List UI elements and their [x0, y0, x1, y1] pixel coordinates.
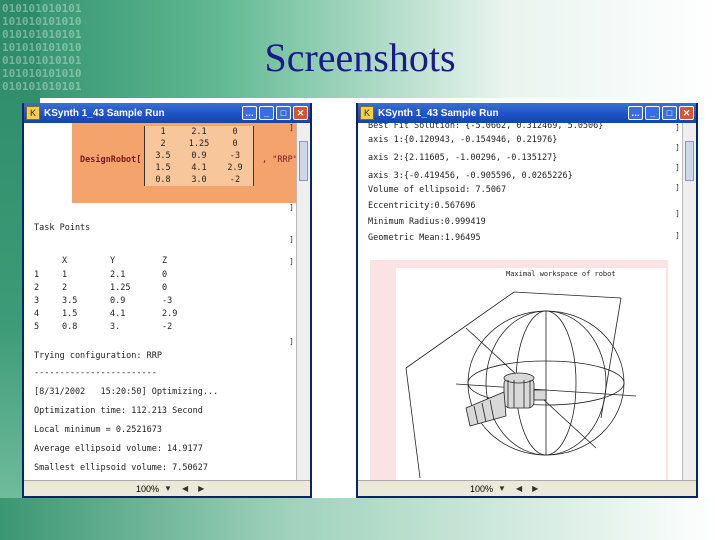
- local-minimum: Local minimum = 0.2521673: [34, 425, 162, 435]
- design-robot-label: DesignRobot[: [80, 155, 142, 165]
- notebook-content[interactable]: DesignRobot[ 1 2.1 0 2 1.25 0 3.5 0.9 -3: [24, 123, 296, 480]
- cell-bracket[interactable]: ]: [675, 183, 680, 192]
- cell-bracket[interactable]: ]: [289, 203, 294, 212]
- output-line: Eccentricity:0.567696: [368, 201, 476, 211]
- cell-bracket[interactable]: ]: [289, 337, 294, 346]
- optimization-time: Optimization time: 112.213 Second: [34, 406, 203, 416]
- trying-configuration: Trying configuration: RRP: [34, 351, 162, 361]
- right-titlebar[interactable]: K KSynth 1_43 Sample Run … _ □ ✕: [358, 103, 696, 123]
- maximize-button[interactable]: □: [276, 106, 291, 120]
- arrow-right-icon[interactable]: ▶: [198, 484, 204, 493]
- robot-model: [465, 372, 547, 427]
- window-title: KSynth 1_43 Sample Run: [378, 107, 499, 119]
- matrix-row: 1.5 4.1 2.9: [155, 163, 243, 173]
- plot-caption: Maximal workspace of robot: [506, 270, 616, 278]
- cell-bracket[interactable]: ]: [289, 123, 294, 132]
- workspace-3d-graphic: [405, 291, 637, 479]
- cell-bracket[interactable]: ]: [289, 257, 294, 266]
- cell-bracket[interactable]: ]: [675, 123, 680, 132]
- task-point-row: 5 0.8 3. -2: [34, 322, 173, 332]
- vertical-scrollbar[interactable]: [296, 123, 310, 480]
- log-start: [8/31/2002 15:20:50] Optimizing...: [34, 387, 219, 397]
- notebook-content[interactable]: Best Fit Solution: {-5.0662, 0.312469, 5…: [358, 123, 682, 480]
- app-icon: K: [26, 106, 40, 120]
- separator-line: ------------------------: [34, 368, 157, 378]
- cell-bracket[interactable]: ]: [675, 163, 680, 172]
- cell-bracket[interactable]: ]: [675, 209, 680, 218]
- bottom-band: [0, 498, 720, 540]
- matrix-row: 0.8 3.0 -2: [155, 175, 241, 185]
- task-point-row: 3 3.5 0.9 -3: [34, 296, 173, 306]
- right-window[interactable]: K KSynth 1_43 Sample Run … _ □ ✕ Best Fi…: [356, 103, 698, 498]
- average-volume: Average ellipsoid volume: 14.9177: [34, 444, 203, 454]
- task-point-row: 4 1.5 4.1 2.9: [34, 309, 178, 319]
- bounding-box-top: [405, 291, 622, 369]
- output-line: axis 1:{0.120943, -0.154946, 0.21976}: [368, 135, 558, 145]
- arrow-left-icon[interactable]: ◀: [516, 484, 522, 493]
- output-line: Best Fit Solution: {-5.0662, 0.312469, 5…: [368, 123, 604, 131]
- app-icon: K: [360, 106, 374, 120]
- arrow-right-icon[interactable]: ▶: [532, 484, 538, 493]
- output-line: axis 3:{-0.419456, -0.905596, 0.0265226}: [368, 171, 573, 181]
- matrix-row: 1 2.1 0: [160, 127, 238, 137]
- task-point-row: 1 1 2.1 0: [34, 270, 168, 280]
- zoom-level[interactable]: 100%: [470, 484, 493, 494]
- close-button[interactable]: ✕: [293, 106, 308, 120]
- task-point-row: 2 2 1.25 0: [34, 283, 168, 293]
- task-points-header: X Y Z: [62, 256, 168, 266]
- cell-bracket[interactable]: ]: [675, 143, 680, 152]
- task-points-title: Task Points: [34, 223, 91, 233]
- matrix-row: 2 1.25 0: [160, 139, 238, 149]
- output-line: axis 2:{2.11605, -1.00296, -0.135127}: [368, 153, 558, 163]
- matrix-row: 3.5 0.9 -3: [155, 151, 241, 161]
- output-line: Minimum Radius:0.999419: [368, 217, 486, 227]
- left-window[interactable]: K KSynth 1_43 Sample Run … _ □ ✕ DesignR…: [22, 103, 312, 498]
- status-bar: 100% ▼ ◀ ▶: [358, 480, 696, 496]
- bounding-box-right: [600, 297, 622, 419]
- maximize-button[interactable]: □: [662, 106, 677, 120]
- output-line: Geometric Mean:1.96495: [368, 233, 481, 243]
- arrow-down-icon[interactable]: ▼: [498, 484, 506, 493]
- window-title: KSynth 1_43 Sample Run: [44, 107, 165, 119]
- zoom-level[interactable]: 100%: [136, 484, 159, 494]
- design-robot-cell: DesignRobot[ 1 2.1 0 2 1.25 0 3.5 0.9 -3: [72, 123, 296, 203]
- cell-bracket[interactable]: ]: [675, 231, 680, 240]
- smallest-volume: Smallest ellipsoid volume: 7.50627: [34, 463, 208, 473]
- slide-title: Screenshots: [264, 35, 456, 80]
- vertical-scrollbar[interactable]: [682, 123, 696, 480]
- design-robot-matrix: 1 2.1 0 2 1.25 0 3.5 0.9 -3 1.5 4.1 2.9 …: [144, 126, 254, 186]
- plot-canvas: Maximal workspace of robot: [396, 268, 666, 480]
- minimize-button[interactable]: _: [645, 106, 660, 120]
- bounding-box-left: [405, 367, 421, 479]
- scroll-thumb[interactable]: [299, 141, 308, 181]
- more-button[interactable]: …: [628, 106, 643, 120]
- workspace-plot: Maximal workspace of robot: [370, 260, 668, 480]
- close-button[interactable]: ✕: [679, 106, 694, 120]
- arrow-left-icon[interactable]: ◀: [182, 484, 188, 493]
- design-robot-type: , "RRP"]: [262, 155, 296, 165]
- arrow-down-icon[interactable]: ▼: [164, 484, 172, 493]
- status-bar: 100% ▼ ◀ ▶: [24, 480, 310, 496]
- minimize-button[interactable]: _: [259, 106, 274, 120]
- scroll-thumb[interactable]: [685, 141, 694, 181]
- cell-bracket[interactable]: ]: [289, 235, 294, 244]
- left-titlebar[interactable]: K KSynth 1_43 Sample Run … _ □ ✕: [24, 103, 310, 123]
- output-line: Volume of ellipsoid: 7.5067: [368, 185, 507, 195]
- more-button[interactable]: …: [242, 106, 257, 120]
